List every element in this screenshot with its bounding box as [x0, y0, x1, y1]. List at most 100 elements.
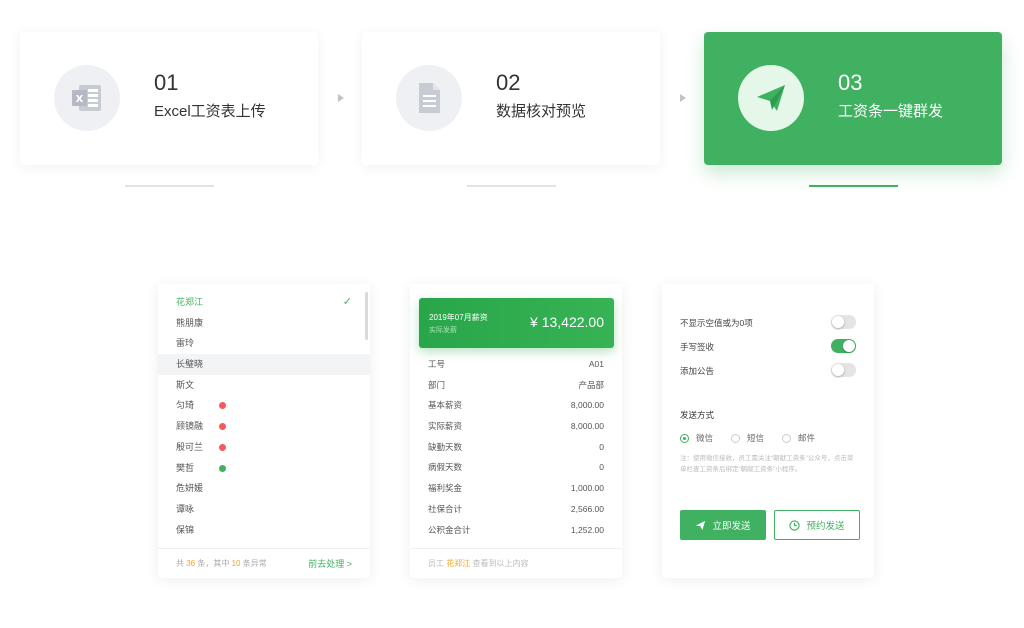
employee-list-item[interactable]: 熊朋康	[158, 313, 370, 334]
salary-card: 2019年07月薪资 实际发薪 ¥ 13,422.00	[419, 298, 614, 348]
employee-list-item[interactable]: 雷玲	[158, 333, 370, 354]
employee-name: 斯文	[176, 379, 195, 390]
payslip-row: 公积金合计 1,252.00	[410, 520, 622, 541]
employee-list-item[interactable]: 长璧晓	[158, 354, 370, 375]
send-now-button[interactable]: 立即发送	[680, 510, 766, 540]
employee-list-panel: 花郑江 ✓ 熊朋康雷玲长璧晓斯文匀琦顾镜融殷可兰樊哲危妍媛谭咏保锦 共 36 条，其…	[158, 284, 370, 578]
payslip-field: 社保合计	[428, 503, 463, 514]
step-card-upload[interactable]: X 01 Excel工资表上传	[20, 32, 318, 165]
radio-circle[interactable]	[680, 433, 689, 443]
payslip-value: 0	[599, 462, 604, 473]
payslip-row: 工号 A01	[410, 354, 622, 375]
excel-icon-circle: X	[54, 65, 120, 131]
step-indicator-active	[809, 185, 898, 187]
employee-name: 雷玲	[176, 338, 195, 349]
footer-text: 共	[176, 559, 187, 568]
employee-name: 长璧晓	[176, 359, 204, 370]
radio-circle[interactable]	[731, 433, 740, 443]
payslip-row: 社保合计 2,566.00	[410, 499, 622, 520]
paper-plane-icon-circle	[738, 65, 804, 131]
excel-icon: X	[72, 85, 101, 111]
handwrite-sign-toggle[interactable]	[831, 339, 856, 353]
payslip-field: 缺勤天数	[428, 441, 463, 452]
payslip-value: 8,000.00	[570, 421, 604, 432]
payslip-field: 病假天数	[428, 462, 463, 473]
error-status-icon	[219, 443, 226, 451]
radio-sms[interactable]: 短信	[731, 432, 764, 444]
employee-list-item[interactable]: 殷可兰	[158, 437, 370, 458]
salary-month: 2019年07月薪资	[429, 313, 488, 322]
payslip-row: 病假天数 0	[410, 457, 622, 478]
total-count: 36	[186, 559, 196, 568]
footer-text: 条异常	[240, 559, 267, 568]
footer-text: 查看到以上内容	[470, 559, 529, 568]
payslip-field: 实际薪资	[428, 421, 463, 432]
option-label: 不显示空值或为0项	[680, 318, 753, 328]
payslip-panel: 2019年07月薪资 实际发薪 ¥ 13,422.00 工号 A01 部门 产品部基本…	[410, 284, 622, 578]
employee-name: 谭咏	[176, 503, 195, 514]
employee-list-item[interactable]: 危妍媛	[158, 478, 370, 499]
send-now-label: 立即发送	[712, 521, 751, 532]
send-method-title: 发送方式	[680, 410, 715, 420]
payslip-value: A01	[588, 359, 604, 369]
error-status-icon	[219, 423, 226, 431]
payslip-value: 1,000.00	[570, 483, 604, 494]
payslip-row: 基本薪资 8,000.00	[410, 395, 622, 416]
radio-circle[interactable]	[782, 433, 791, 443]
schedule-send-label: 预约发送	[806, 521, 845, 532]
radio-label: 微信	[696, 433, 714, 443]
employee-name: 顾镜融	[176, 421, 204, 432]
step-indicator	[125, 185, 214, 187]
hide-empty-toggle[interactable]	[831, 315, 856, 329]
payslip-field: 公积金合计	[428, 524, 471, 535]
radio-label: 邮件	[798, 433, 816, 443]
step-number: 03	[838, 70, 863, 95]
employee-list-item[interactable]: 保锦	[158, 520, 370, 541]
paper-plane-icon	[757, 85, 785, 111]
step-indicator	[467, 185, 556, 187]
step-number: 01	[154, 70, 179, 95]
payslip-value: 产品部	[578, 379, 604, 390]
employee-name: 樊哲	[176, 462, 195, 473]
schedule-send-button[interactable]: 预约发送	[774, 510, 860, 540]
option-label: 添加公告	[680, 366, 715, 376]
payslip-row: 福利奖金 1,000.00	[410, 478, 622, 499]
ok-status-icon	[219, 464, 226, 472]
employee-name: 花郑江	[446, 559, 471, 568]
radio-label: 短信	[747, 433, 765, 443]
salary-sub: 实际发薪	[429, 327, 457, 334]
employee-name: 熊朋康	[176, 317, 204, 328]
announcement-toggle[interactable]	[831, 363, 856, 377]
handle-issues-link[interactable]: 前去处理 >	[308, 549, 352, 579]
step-card-send[interactable]: 03 工资条一键群发	[704, 32, 1002, 165]
employee-name: 花郑江	[176, 297, 204, 307]
payslip-value: 8,000.00	[570, 400, 604, 411]
radio-email[interactable]: 邮件	[782, 432, 815, 444]
step-label: 数据核对预览	[496, 103, 587, 120]
payslip-row: 实际薪资 8,000.00	[410, 416, 622, 437]
document-icon-circle	[396, 65, 462, 131]
employee-list-item[interactable]: 花郑江 ✓	[158, 292, 370, 313]
error-status-icon	[219, 402, 226, 410]
step-arrow-icon	[680, 94, 686, 102]
payslip-field: 部门	[428, 379, 446, 390]
employee-list-item[interactable]: 斯文	[158, 375, 370, 396]
employee-name: 殷可兰	[176, 441, 204, 452]
step-card-preview[interactable]: 02 数据核对预览	[362, 32, 660, 165]
send-note: 注：使用微信接收，员工需关注“朝献工资条”公众号，点击菜单栏查工资条后绑定“朝献…	[680, 455, 854, 473]
radio-wechat[interactable]: 微信	[680, 432, 713, 444]
scrollbar[interactable]	[365, 292, 368, 340]
employee-name: 危妍媛	[176, 483, 204, 494]
payslip-value: 1,252.00	[570, 524, 604, 535]
payslip-rows: 工号 A01 部门 产品部 基本薪资 8,000.00 实际薪资 8,000.00 缺勤天数 0 病…	[410, 354, 622, 540]
footer-text: 条，其中	[195, 559, 232, 568]
employee-list-item[interactable]: 樊哲	[158, 458, 370, 479]
issue-count: 10	[231, 559, 241, 568]
employee-list-item[interactable]: 顾镜融	[158, 416, 370, 437]
payslip-field: 工号	[428, 359, 446, 369]
salary-amount: ¥ 13,422.00	[530, 314, 604, 330]
option-label: 手写签收	[680, 342, 715, 352]
employee-list-item[interactable]: 匀琦	[158, 395, 370, 416]
employee-list-item[interactable]: 谭咏	[158, 499, 370, 520]
step-label: Excel工资表上传	[154, 103, 266, 120]
